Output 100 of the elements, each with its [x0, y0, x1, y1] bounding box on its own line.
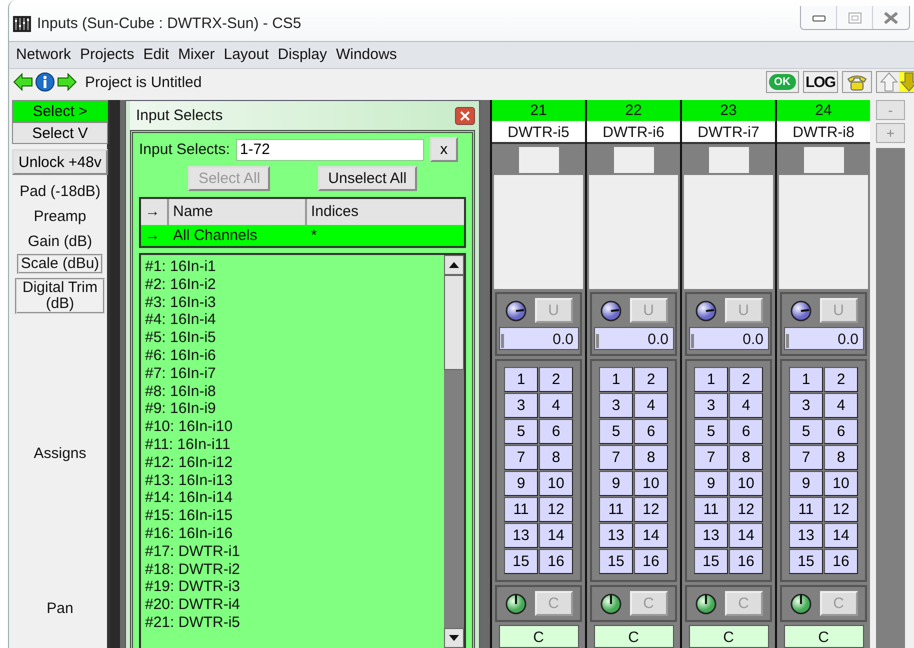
list-item[interactable]: #5: 16In-i5 — [145, 329, 440, 347]
close-button[interactable] — [455, 106, 475, 124]
unlock-button[interactable]: Unlock +48v — [12, 149, 108, 175]
assign-button[interactable]: 1 — [599, 367, 633, 392]
assign-button[interactable]: 12 — [729, 497, 763, 522]
up-down-arrows-icon[interactable] — [876, 71, 914, 94]
assign-button[interactable]: 5 — [599, 419, 633, 444]
assign-button[interactable]: 10 — [539, 471, 573, 496]
scrollbar[interactable] — [444, 255, 464, 648]
assign-button[interactable]: 15 — [504, 549, 538, 574]
list-item[interactable]: #17: DWTR-i1 — [145, 542, 440, 561]
input-selects-field[interactable]: 1-72 — [236, 138, 424, 160]
assign-button[interactable]: 11 — [504, 497, 538, 522]
assign-button[interactable]: 5 — [694, 419, 728, 444]
list-item[interactable]: #11: 16In-i11 — [145, 436, 440, 454]
assign-button[interactable]: 8 — [634, 445, 668, 470]
assign-button[interactable]: 4 — [824, 393, 858, 418]
assign-button[interactable]: 12 — [824, 497, 858, 522]
assign-button[interactable]: 11 — [789, 497, 823, 522]
column-header[interactable]: → — [141, 199, 167, 225]
assign-button[interactable]: 13 — [789, 523, 823, 548]
menu-item[interactable]: Windows — [336, 46, 397, 64]
assign-button[interactable]: 6 — [634, 419, 668, 444]
list-item[interactable]: #8: 16In-i8 — [145, 382, 440, 400]
list-item[interactable]: #18: DWTR-i2 — [145, 560, 440, 578]
assign-button[interactable]: 10 — [824, 471, 858, 496]
assign-button[interactable]: 7 — [694, 445, 728, 470]
assign-button[interactable]: 10 — [729, 471, 763, 496]
knob-icon[interactable] — [504, 300, 526, 322]
menu-item[interactable]: Display — [278, 46, 327, 64]
list-item[interactable]: #7: 16In-i7 — [145, 364, 440, 383]
menu-item[interactable]: Network — [16, 46, 72, 64]
assign-button[interactable]: 12 — [634, 497, 668, 522]
gain-field[interactable]: 0.0 — [498, 327, 578, 350]
assign-button[interactable]: 13 — [504, 523, 538, 548]
assign-button[interactable]: 5 — [789, 419, 823, 444]
assign-button[interactable]: 2 — [634, 367, 668, 392]
list-item[interactable]: #16: 16In-i16 — [145, 524, 440, 543]
forward-arrow-icon[interactable] — [57, 73, 77, 92]
assign-button[interactable]: 1 — [789, 367, 823, 392]
list-item[interactable]: #13: 16In-i13 — [145, 472, 440, 490]
assign-button[interactable]: 8 — [729, 445, 763, 470]
list-item[interactable]: #9: 16In-i9 — [145, 400, 440, 418]
knob-icon[interactable] — [600, 592, 622, 614]
assign-button[interactable]: 9 — [599, 471, 633, 496]
assign-button[interactable]: 7 — [599, 445, 633, 470]
back-arrow-icon[interactable] — [13, 73, 33, 92]
assign-button[interactable]: 11 — [599, 497, 633, 522]
assign-button[interactable]: 3 — [694, 393, 728, 418]
assign-button[interactable]: 6 — [729, 419, 763, 444]
assign-button[interactable]: 13 — [694, 523, 728, 548]
assign-button[interactable]: 9 — [789, 471, 823, 496]
select-button[interactable]: Select > — [12, 100, 108, 122]
assign-button[interactable]: 7 — [504, 445, 538, 470]
knob-icon[interactable] — [694, 592, 716, 614]
assign-button[interactable]: 15 — [789, 549, 823, 574]
assign-button[interactable]: 1 — [504, 367, 538, 392]
knob-icon[interactable] — [694, 300, 716, 322]
assign-button[interactable]: 4 — [634, 393, 668, 418]
gain-field[interactable]: 0.0 — [594, 327, 674, 350]
select-all-button[interactable]: Unselect All — [318, 166, 417, 191]
table-row[interactable]: → All Channels * — [141, 225, 464, 246]
assign-button[interactable]: 16 — [634, 549, 668, 574]
assign-button[interactable]: 16 — [729, 549, 763, 574]
pan-field[interactable]: C — [498, 625, 578, 648]
scroll-down-icon[interactable] — [449, 635, 459, 641]
list-item[interactable]: #15: 16In-i15 — [145, 507, 440, 525]
assign-button[interactable]: 16 — [539, 549, 573, 574]
list-item[interactable]: #21: DWTR-i5 — [145, 614, 440, 632]
knob-icon[interactable] — [790, 592, 812, 614]
gain-field[interactable]: 0.0 — [688, 327, 768, 350]
menu-item[interactable]: Layout — [224, 46, 269, 64]
assign-button[interactable]: 2 — [539, 367, 573, 392]
menu-item[interactable]: Mixer — [178, 46, 215, 64]
assign-button[interactable]: 1 — [694, 367, 728, 392]
assign-button[interactable]: 3 — [504, 393, 538, 418]
log-button[interactable]: LOG — [802, 71, 838, 94]
assign-button[interactable]: 15 — [599, 549, 633, 574]
clear-button[interactable]: x — [430, 137, 458, 162]
assign-button[interactable]: 6 — [824, 419, 858, 444]
assign-button[interactable]: 10 — [634, 471, 668, 496]
list-item[interactable]: #10: 16In-i10 — [145, 418, 440, 436]
assign-button[interactable]: 2 — [729, 367, 763, 392]
pan-field[interactable]: C — [594, 625, 674, 648]
list-item[interactable]: #4: 16In-i4 — [145, 311, 440, 330]
assign-button[interactable]: 2 — [824, 367, 858, 392]
list-item[interactable]: #1: 16In-i1 — [145, 258, 440, 276]
knob-icon[interactable] — [504, 592, 526, 614]
list-item[interactable]: #20: DWTR-i4 — [145, 596, 440, 614]
list-item[interactable]: #6: 16In-i6 — [145, 346, 440, 365]
list-item[interactable]: #19: DWTR-i3 — [145, 578, 440, 596]
scroll-up-icon[interactable] — [449, 262, 459, 268]
assign-button[interactable]: 6 — [539, 419, 573, 444]
menu-item[interactable]: Edit — [143, 46, 170, 64]
info-icon[interactable] — [35, 72, 55, 92]
column-header[interactable]: Indices — [307, 199, 464, 225]
assign-button[interactable]: 8 — [824, 445, 858, 470]
assign-button[interactable]: 8 — [539, 445, 573, 470]
assign-button[interactable]: 15 — [694, 549, 728, 574]
assign-button[interactable]: 5 — [504, 419, 538, 444]
